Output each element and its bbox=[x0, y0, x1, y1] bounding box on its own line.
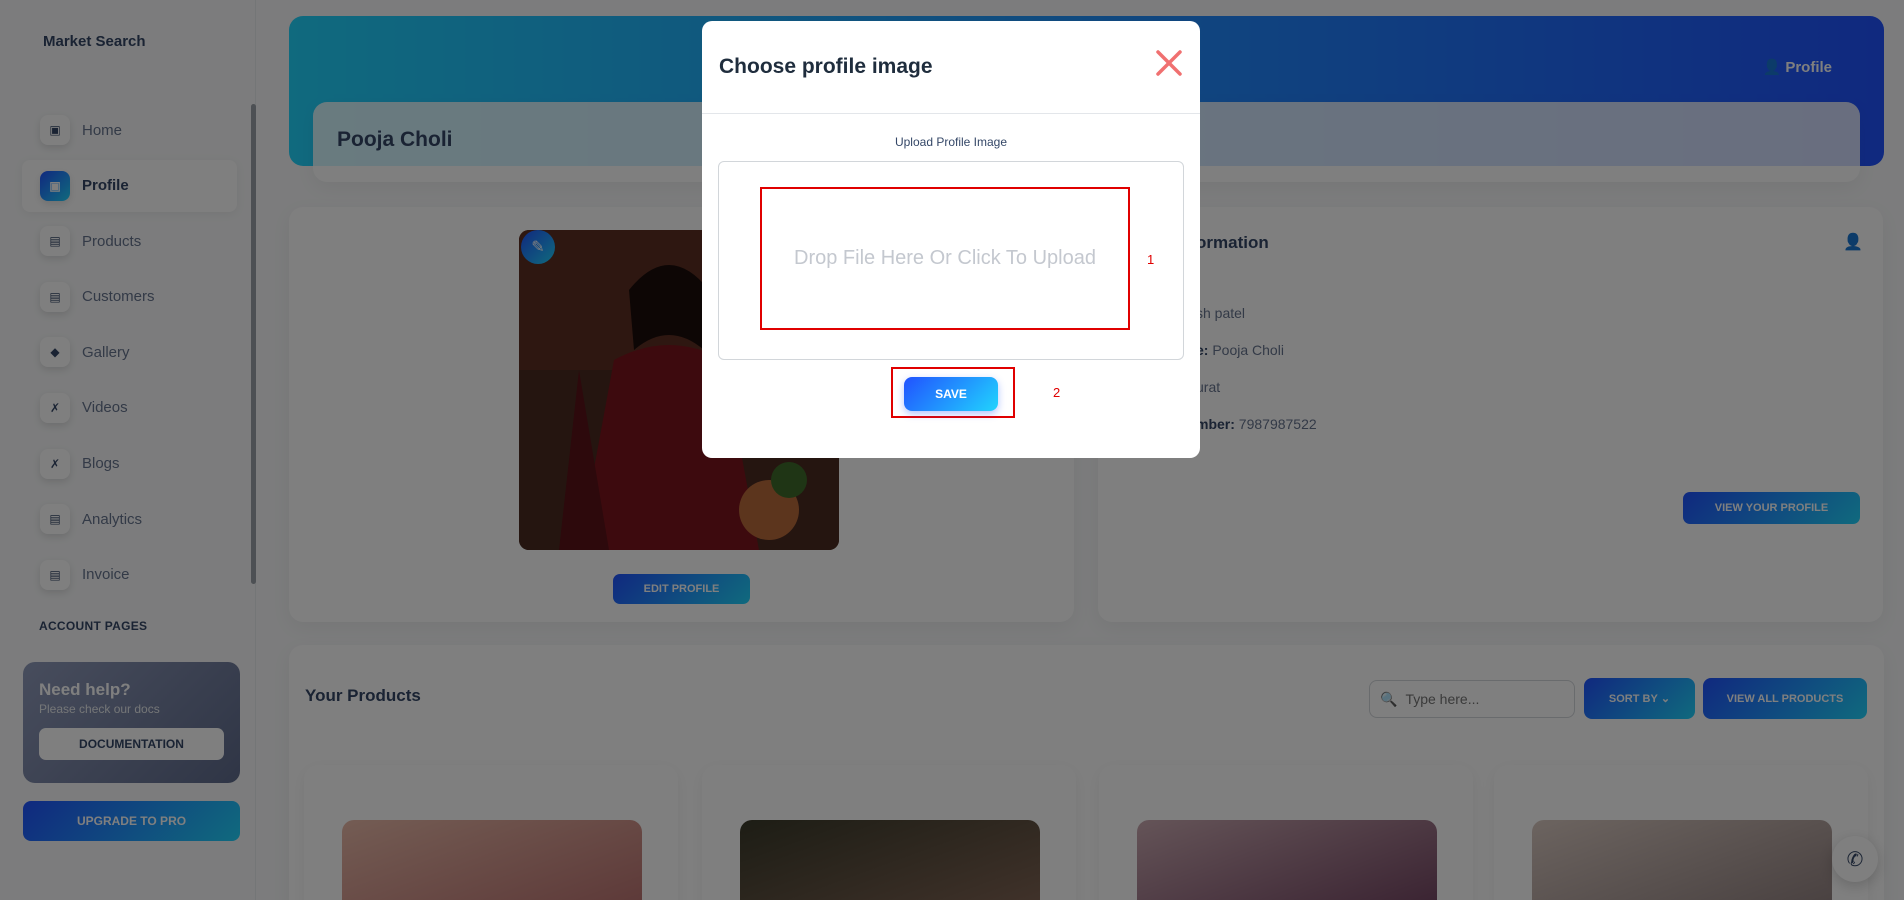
choose-profile-image-modal: Choose profile image Upload Profile Imag… bbox=[702, 21, 1200, 458]
annotation-marker-2: 2 bbox=[1053, 385, 1061, 400]
close-icon[interactable] bbox=[1151, 45, 1187, 81]
modal-header: Choose profile image bbox=[702, 21, 1200, 114]
upload-label: Upload Profile Image bbox=[894, 135, 1008, 149]
save-button[interactable]: SAVE bbox=[904, 377, 998, 411]
modal-title: Choose profile image bbox=[719, 55, 933, 78]
file-drop-zone[interactable]: Drop File Here Or Click To Upload bbox=[760, 187, 1130, 330]
annotation-marker-1: 1 bbox=[1147, 252, 1155, 267]
